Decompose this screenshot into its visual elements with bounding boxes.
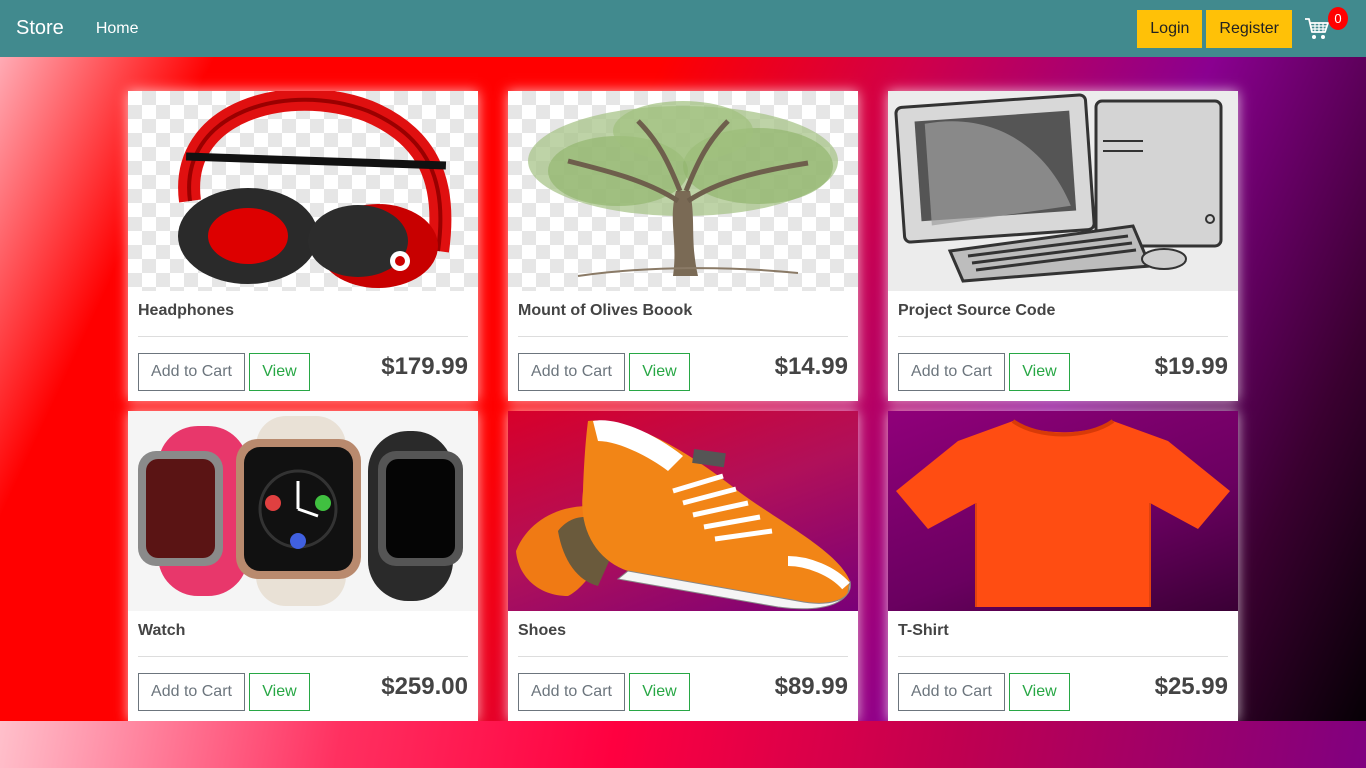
- view-button[interactable]: View: [629, 353, 690, 391]
- add-to-cart-button[interactable]: Add to Cart: [518, 673, 625, 711]
- nav-home-link[interactable]: Home: [96, 20, 139, 38]
- product-card: Mount of Olives Boook Add to Cart View $…: [508, 91, 858, 401]
- product-image[interactable]: [128, 411, 478, 611]
- add-to-cart-button[interactable]: Add to Cart: [898, 353, 1005, 391]
- card-divider: [518, 656, 848, 657]
- product-image[interactable]: [508, 91, 858, 291]
- view-button[interactable]: View: [249, 673, 310, 711]
- product-price: $14.99: [774, 353, 848, 380]
- add-to-cart-button[interactable]: Add to Cart: [518, 353, 625, 391]
- product-image[interactable]: [888, 411, 1238, 611]
- add-to-cart-button[interactable]: Add to Cart: [898, 673, 1005, 711]
- product-price: $259.00: [381, 673, 468, 700]
- view-button[interactable]: View: [1009, 353, 1070, 391]
- nav-right: Login Register 0: [1137, 0, 1366, 57]
- view-button[interactable]: View: [1009, 673, 1070, 711]
- view-button[interactable]: View: [629, 673, 690, 711]
- tree-image: [528, 101, 838, 277]
- login-button[interactable]: Login: [1137, 9, 1203, 48]
- product-title[interactable]: T-Shirt: [898, 622, 949, 640]
- sneakers-image: [516, 420, 851, 610]
- product-image[interactable]: [508, 411, 858, 611]
- product-title[interactable]: Headphones: [138, 302, 234, 320]
- card-divider: [138, 656, 468, 657]
- navbar: Store Home Login Register 0: [0, 0, 1366, 57]
- card-divider: [138, 336, 468, 337]
- add-to-cart-button[interactable]: Add to Cart: [138, 673, 245, 711]
- shopping-cart-icon: [1305, 18, 1329, 39]
- cart-button[interactable]: 0: [1304, 0, 1350, 57]
- product-title[interactable]: Watch: [138, 622, 185, 640]
- product-card: Project Source Code Add to Cart View $19…: [888, 91, 1238, 401]
- watches-image: [138, 416, 463, 606]
- add-to-cart-button[interactable]: Add to Cart: [138, 353, 245, 391]
- product-card: Shoes Add to Cart View $89.99: [508, 411, 858, 721]
- card-divider: [898, 656, 1228, 657]
- product-card: Watch Add to Cart View $259.00: [128, 411, 478, 721]
- product-title[interactable]: Project Source Code: [898, 302, 1055, 320]
- computer-image: [894, 93, 1223, 283]
- product-title[interactable]: Shoes: [518, 622, 566, 640]
- product-image[interactable]: [128, 91, 478, 291]
- view-button[interactable]: View: [249, 353, 310, 391]
- card-divider: [518, 336, 848, 337]
- product-price: $19.99: [1154, 353, 1228, 380]
- product-price: $89.99: [774, 673, 848, 700]
- card-divider: [898, 336, 1228, 337]
- cart-count-badge: 0: [1328, 7, 1348, 30]
- product-card: Headphones Add to Cart View $179.99: [128, 91, 478, 401]
- product-image[interactable]: [888, 91, 1238, 291]
- product-grid: Headphones Add to Cart View $179.99 Moun…: [128, 91, 1238, 721]
- product-price: $25.99: [1154, 673, 1228, 700]
- register-button[interactable]: Register: [1206, 9, 1292, 48]
- page-footer-strip: [0, 721, 1366, 768]
- product-price: $179.99: [381, 353, 468, 380]
- brand-link[interactable]: Store: [16, 17, 64, 40]
- tshirt-image: [896, 419, 1230, 607]
- product-card: T-Shirt Add to Cart View $25.99: [888, 411, 1238, 721]
- headphones-image: [178, 91, 452, 288]
- product-title[interactable]: Mount of Olives Boook: [518, 302, 692, 320]
